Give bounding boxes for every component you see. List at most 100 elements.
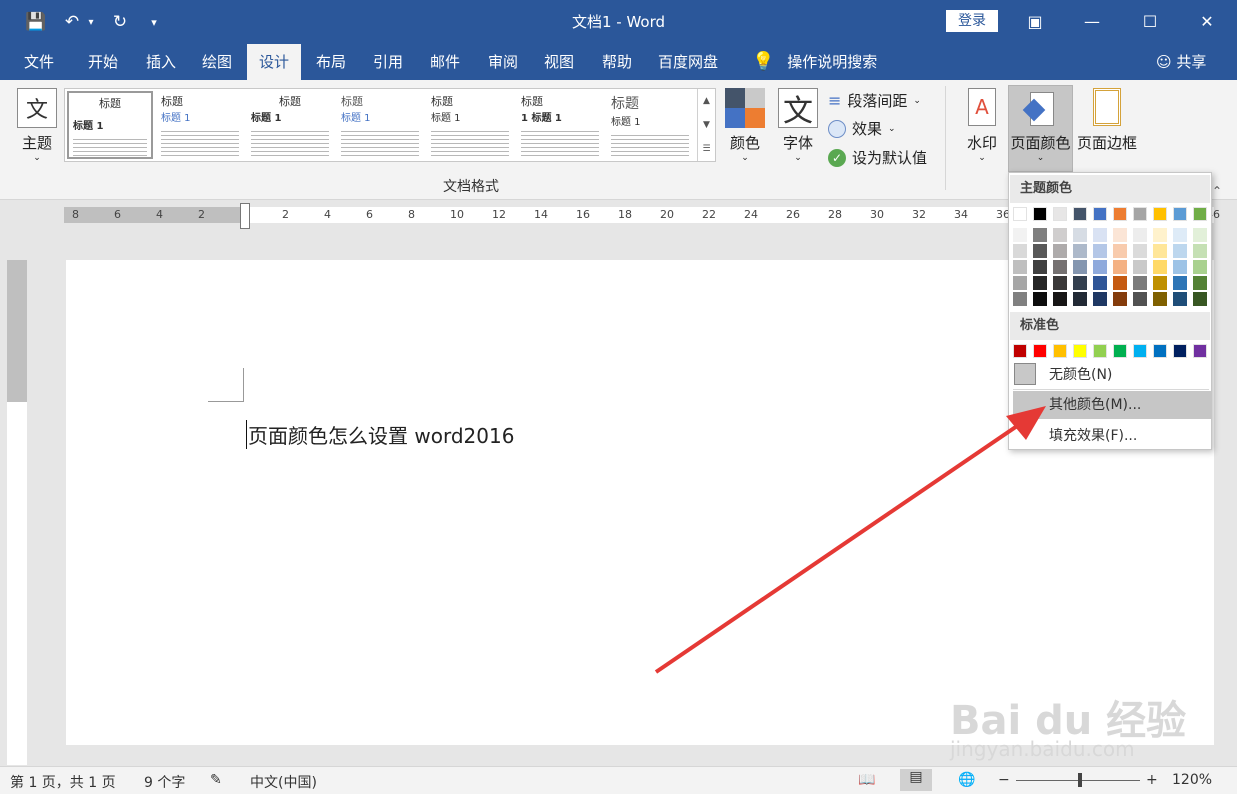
scroll-up-icon[interactable]: ▲ — [703, 96, 710, 106]
color-swatch[interactable] — [1013, 207, 1027, 221]
color-swatch[interactable] — [1033, 244, 1047, 258]
share-button[interactable]: ☺ 共享 — [1156, 44, 1206, 80]
color-swatch[interactable] — [1013, 228, 1027, 242]
effects-button[interactable]: 效果 ⌄ — [828, 118, 896, 139]
color-swatch[interactable] — [1153, 292, 1167, 306]
color-swatch[interactable] — [1153, 228, 1167, 242]
color-swatch[interactable] — [1073, 276, 1087, 290]
color-swatch[interactable] — [1013, 344, 1027, 358]
color-swatch[interactable] — [1073, 244, 1087, 258]
style-set-item[interactable]: 标题 1 标题 1 — [517, 91, 603, 159]
color-swatch[interactable] — [1133, 260, 1147, 274]
color-swatch[interactable] — [1093, 207, 1107, 221]
read-mode-icon[interactable]: 📖 — [858, 772, 875, 788]
color-swatch[interactable] — [1053, 292, 1067, 306]
color-swatch[interactable] — [1133, 344, 1147, 358]
color-swatch[interactable] — [1113, 292, 1127, 306]
color-swatch[interactable] — [1053, 228, 1067, 242]
color-swatch[interactable] — [1133, 228, 1147, 242]
color-swatch[interactable] — [1093, 244, 1107, 258]
no-color-item[interactable]: 无颜色(N) — [1013, 361, 1211, 389]
color-swatch[interactable] — [1053, 344, 1067, 358]
web-layout-icon[interactable]: 🌐 — [958, 772, 975, 788]
zoom-in-icon[interactable]: + — [1146, 772, 1158, 788]
tab-review[interactable]: 审阅 — [476, 44, 530, 80]
tab-insert[interactable]: 插入 — [134, 44, 188, 80]
indent-marker[interactable] — [240, 203, 250, 229]
color-swatch[interactable] — [1173, 292, 1187, 306]
paragraph-spacing-button[interactable]: ≡ 段落间距 ⌄ — [828, 90, 921, 111]
color-swatch[interactable] — [1033, 344, 1047, 358]
color-swatch[interactable] — [1013, 260, 1027, 274]
color-swatch[interactable] — [1093, 344, 1107, 358]
color-swatch[interactable] — [1153, 260, 1167, 274]
tab-view[interactable]: 视图 — [532, 44, 586, 80]
color-swatch[interactable] — [1173, 244, 1187, 258]
ribbon-display-options-icon[interactable]: ▣ — [1018, 8, 1052, 34]
colors-button[interactable]: 颜色 ⌄ — [724, 88, 766, 163]
style-set-item[interactable]: 标题 标题 1 — [247, 91, 333, 159]
word-count[interactable]: 9 个字 — [144, 772, 185, 792]
style-set-item[interactable]: 标题 标题 1 — [67, 91, 153, 159]
tab-references[interactable]: 引用 — [361, 44, 415, 80]
color-swatch[interactable] — [1193, 228, 1207, 242]
color-swatch[interactable] — [1073, 260, 1087, 274]
proofing-icon[interactable]: ✎ — [210, 772, 222, 788]
color-swatch[interactable] — [1033, 276, 1047, 290]
themes-button[interactable]: 文 主题 ⌄ — [14, 88, 60, 163]
print-layout-icon[interactable]: ▤ — [900, 769, 932, 791]
color-swatch[interactable] — [1153, 276, 1167, 290]
gallery-more-icon[interactable]: ☰ — [702, 144, 710, 154]
color-swatch[interactable] — [1033, 207, 1047, 221]
fill-effects-item[interactable]: 填充效果(F)... — [1013, 422, 1211, 450]
color-swatch[interactable] — [1153, 344, 1167, 358]
scroll-down-icon[interactable]: ▼ — [703, 120, 710, 130]
tab-layout[interactable]: 布局 — [304, 44, 358, 80]
color-swatch[interactable] — [1073, 292, 1087, 306]
color-swatch[interactable] — [1193, 292, 1207, 306]
language[interactable]: 中文(中国) — [250, 772, 317, 792]
color-swatch[interactable] — [1113, 276, 1127, 290]
page-count[interactable]: 第 1 页，共 1 页 — [10, 772, 116, 792]
tab-mailings[interactable]: 邮件 — [418, 44, 472, 80]
tab-design[interactable]: 设计 — [247, 44, 302, 80]
tab-help[interactable]: 帮助 — [590, 44, 644, 80]
color-swatch[interactable] — [1173, 228, 1187, 242]
color-swatch[interactable] — [1133, 276, 1147, 290]
zoom-slider-thumb[interactable] — [1078, 773, 1082, 787]
color-swatch[interactable] — [1113, 260, 1127, 274]
fonts-button[interactable]: 文 字体 ⌄ — [776, 88, 820, 163]
login-button[interactable]: 登录 — [946, 10, 998, 32]
color-swatch[interactable] — [1173, 260, 1187, 274]
color-swatch[interactable] — [1033, 292, 1047, 306]
more-colors-item[interactable]: 其他颜色(M)... — [1013, 391, 1211, 419]
color-swatch[interactable] — [1053, 260, 1067, 274]
color-swatch[interactable] — [1093, 292, 1107, 306]
color-swatch[interactable] — [1173, 276, 1187, 290]
color-swatch[interactable] — [1113, 228, 1127, 242]
color-swatch[interactable] — [1013, 292, 1027, 306]
color-swatch[interactable] — [1053, 244, 1067, 258]
color-swatch[interactable] — [1093, 260, 1107, 274]
color-swatch[interactable] — [1013, 276, 1027, 290]
color-swatch[interactable] — [1153, 244, 1167, 258]
color-swatch[interactable] — [1113, 207, 1127, 221]
zoom-level[interactable]: 120% — [1172, 772, 1212, 788]
color-swatch[interactable] — [1133, 244, 1147, 258]
color-swatch[interactable] — [1033, 228, 1047, 242]
color-swatch[interactable] — [1053, 207, 1067, 221]
page-borders-button[interactable]: 页面边框 — [1075, 88, 1139, 153]
color-swatch[interactable] — [1153, 207, 1167, 221]
style-set-item[interactable]: 标题 标题 1 — [607, 91, 693, 159]
close-icon[interactable]: ✕ — [1190, 8, 1224, 34]
minimize-icon[interactable]: — — [1075, 8, 1109, 34]
tab-home[interactable]: 开始 — [76, 44, 130, 80]
color-swatch[interactable] — [1193, 260, 1207, 274]
color-swatch[interactable] — [1053, 276, 1067, 290]
color-swatch[interactable] — [1133, 207, 1147, 221]
tell-me-search[interactable]: 💡 操作说明搜索 — [752, 44, 877, 80]
color-swatch[interactable] — [1093, 228, 1107, 242]
color-swatch[interactable] — [1113, 344, 1127, 358]
color-swatch[interactable] — [1073, 207, 1087, 221]
color-swatch[interactable] — [1093, 276, 1107, 290]
